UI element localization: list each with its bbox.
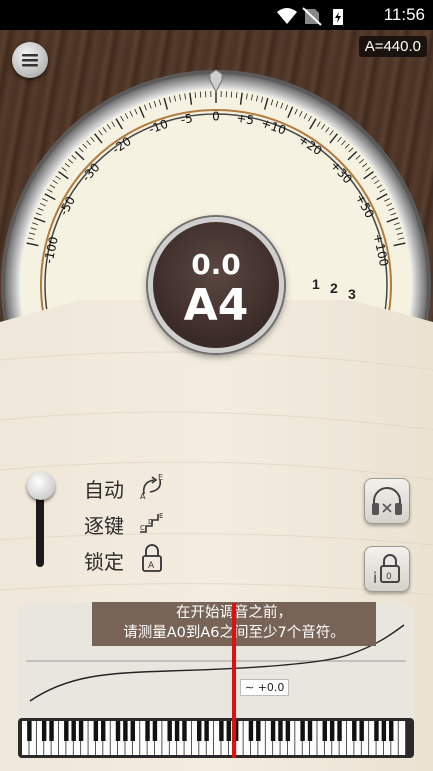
svg-text:C: C <box>140 524 145 532</box>
black-key <box>226 721 231 741</box>
black-key <box>123 721 128 741</box>
black-key <box>352 721 357 741</box>
menu-icon <box>22 54 38 67</box>
svg-text:E: E <box>159 512 163 520</box>
mode-lock-label: 锁定 <box>84 550 124 574</box>
headphones-button[interactable] <box>364 478 410 524</box>
black-key <box>182 721 187 741</box>
mode-step-label: 逐键 <box>84 514 124 538</box>
reference-pitch[interactable]: A=440.0 <box>358 36 427 57</box>
black-key <box>256 721 261 741</box>
octave-1[interactable]: 1 <box>312 276 320 292</box>
note-display: 0.0 A4 <box>148 217 284 353</box>
black-key <box>285 721 291 741</box>
black-key <box>174 721 180 741</box>
svg-text:0: 0 <box>386 572 392 582</box>
black-key <box>130 721 135 741</box>
black-key <box>101 721 106 741</box>
black-key <box>152 721 158 741</box>
black-key <box>270 721 276 741</box>
black-key <box>41 721 47 741</box>
black-key <box>278 721 283 741</box>
black-key <box>115 721 121 741</box>
mode-lock[interactable]: 锁定 <box>84 546 124 575</box>
clock: 11:56 <box>383 5 425 24</box>
black-key <box>167 721 172 741</box>
black-key <box>307 721 313 741</box>
status-bar: 11:56 <box>0 0 433 30</box>
svg-text:D: D <box>148 518 153 526</box>
black-key <box>49 721 54 741</box>
black-key <box>93 721 99 741</box>
black-key <box>389 721 394 741</box>
mode-step[interactable]: 逐键 <box>84 510 124 539</box>
scale-label: -5 <box>180 111 194 127</box>
offset-readout: ∼ +0.0 <box>240 679 290 696</box>
offset-value: +0.0 <box>257 681 285 694</box>
svg-text:E: E <box>158 473 163 482</box>
lock-mode-icon: A <box>142 544 162 572</box>
auto-mode-icon: A E <box>140 473 163 500</box>
black-key <box>322 721 327 741</box>
status-icons <box>277 7 343 26</box>
white-key <box>398 721 406 755</box>
note-readout: A4 <box>183 280 249 331</box>
headphones-icon <box>372 487 402 515</box>
mode-auto[interactable]: 自动 <box>84 474 124 503</box>
black-key <box>248 721 254 741</box>
black-key <box>300 721 305 741</box>
pitch-marker <box>232 603 236 758</box>
menu-button[interactable] <box>12 42 48 78</box>
wifi-icon <box>277 8 297 24</box>
octave-3[interactable]: 3 <box>348 286 356 302</box>
black-key <box>381 721 387 741</box>
svg-text:i: i <box>373 569 377 587</box>
black-key <box>337 721 342 741</box>
mode-auto-label: 自动 <box>84 478 124 502</box>
lock-info-button[interactable]: i 0 <box>364 546 410 592</box>
black-key <box>71 721 76 741</box>
svg-text:A: A <box>148 561 155 571</box>
lock-info-icon: i 0 <box>373 554 400 587</box>
mode-slider-knob[interactable] <box>27 472 55 500</box>
black-key <box>204 721 209 741</box>
octave-2[interactable]: 2 <box>330 280 338 296</box>
black-key <box>329 721 335 741</box>
black-key <box>374 721 379 741</box>
scale-label: 0 <box>212 110 220 124</box>
black-key <box>145 721 150 741</box>
cents-readout: 0.0 <box>191 248 241 281</box>
black-key <box>78 721 84 741</box>
black-key <box>197 721 202 741</box>
black-key <box>359 721 364 741</box>
svg-text:A: A <box>140 492 146 500</box>
black-key <box>219 721 224 741</box>
step-mode-icon: C D E <box>140 512 163 533</box>
black-key <box>27 721 32 741</box>
piano-keyboard[interactable] <box>18 718 414 758</box>
black-key <box>64 721 69 741</box>
